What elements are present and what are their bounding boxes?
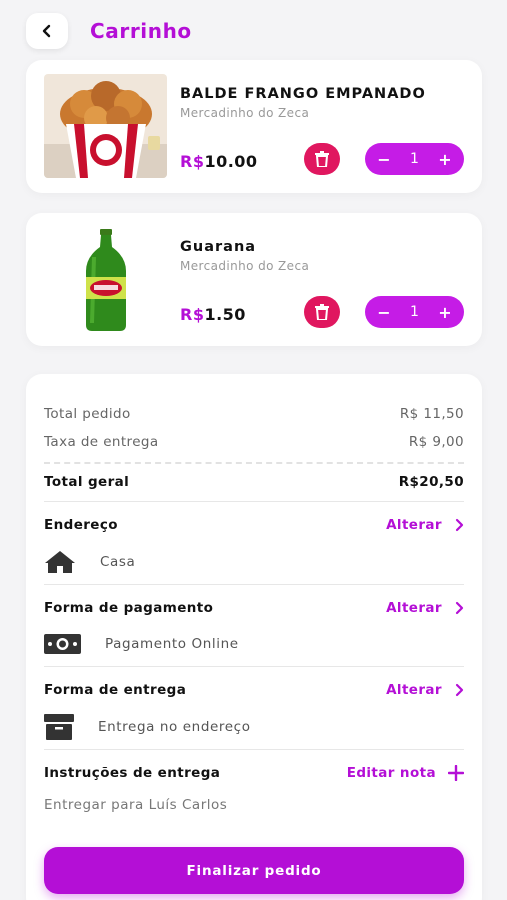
address-title: Endereço [44,517,118,533]
divider [44,462,464,464]
currency-symbol: R$ [180,152,205,171]
payment-value-line: Pagamento Online [44,634,239,654]
payment-title: Forma de pagamento [44,600,214,616]
plus-icon [448,765,464,781]
subtotal-value: R$ 11,50 [399,406,464,422]
delivery-value-line: Entrega no endereço [44,714,251,740]
delete-item-button[interactable] [304,296,340,328]
address-value: Casa [100,554,136,570]
quantity-stepper: − 1 + [365,143,464,175]
instructions-section-header: Instruções de entrega Editar nota [44,765,464,781]
chevron-right-icon [455,601,464,615]
increase-button[interactable]: + [438,303,452,322]
divider [44,584,464,585]
quantity-value: 1 [410,304,419,320]
change-payment-link[interactable]: Alterar [386,600,464,616]
delivery-value: Entrega no endereço [98,719,251,735]
currency-symbol: R$ [180,305,205,324]
delivery-fee-label: Taxa de entrega [44,434,159,450]
quantity-value: 1 [410,151,419,167]
address-section-header: Endereço Alterar [44,517,464,533]
chevron-left-icon [42,24,51,38]
grand-total-label: Total geral [44,474,130,490]
payment-section-header: Forma de pagamento Alterar [44,600,464,616]
delivery-fee-row: Taxa de entrega R$ 9,00 [44,434,464,450]
item-price: R$1.50 [180,305,246,324]
header: Carrinho [0,0,507,62]
item-name: BALDE FRANGO EMPANADO [180,86,426,102]
subtotal-row: Total pedido R$ 11,50 [44,406,464,422]
home-icon [45,551,75,573]
page-title: Carrinho [90,19,192,43]
delivery-fee-value: R$ 9,00 [408,434,464,450]
delivery-section-header: Forma de entrega Alterar [44,682,464,698]
divider [44,749,464,750]
increase-button[interactable]: + [438,150,452,169]
quantity-stepper: − 1 + [365,296,464,328]
divider [44,501,464,502]
item-store: Mercadinho do Zeca [180,106,310,120]
payment-value: Pagamento Online [105,636,239,652]
item-name: Guarana [180,239,257,255]
product-image-guarana-bottle [44,227,167,331]
decrease-button[interactable]: − [377,150,391,169]
product-image-chicken-bucket [44,74,167,178]
item-price-value: 10.00 [204,152,258,171]
address-value-line: Casa [44,550,135,574]
item-price-value: 1.50 [204,305,246,324]
cash-icon [44,634,81,654]
instructions-title: Instruções de entrega [44,765,221,781]
cart-item-card: BALDE FRANGO EMPANADO Mercadinho do Zeca… [26,60,482,193]
change-address-label: Alterar [386,517,442,533]
decrease-button[interactable]: − [377,303,391,322]
subtotal-label: Total pedido [44,406,131,422]
chevron-right-icon [455,518,464,532]
item-store: Mercadinho do Zeca [180,259,310,273]
delete-item-button[interactable] [304,143,340,175]
finish-order-button[interactable]: Finalizar pedido [44,847,464,894]
change-payment-label: Alterar [386,600,442,616]
divider [44,666,464,667]
grand-total-value: R$20,50 [398,474,464,490]
box-icon [44,714,74,740]
change-delivery-link[interactable]: Alterar [386,682,464,698]
back-button[interactable] [26,13,68,49]
delivery-note: Entregar para Luís Carlos [44,797,228,813]
edit-note-label: Editar nota [346,765,436,781]
trash-icon [315,151,329,167]
trash-icon [315,304,329,320]
order-summary-card: Total pedido R$ 11,50 Taxa de entrega R$… [26,374,482,900]
edit-note-link[interactable]: Editar nota [347,765,464,781]
delivery-title: Forma de entrega [44,682,187,698]
item-price: R$10.00 [180,152,258,171]
chevron-right-icon [455,683,464,697]
grand-total-row: Total geral R$20,50 [44,474,464,490]
cart-item-card: Guarana Mercadinho do Zeca R$1.50 − 1 + [26,213,482,346]
change-delivery-label: Alterar [386,682,442,698]
change-address-link[interactable]: Alterar [386,517,464,533]
